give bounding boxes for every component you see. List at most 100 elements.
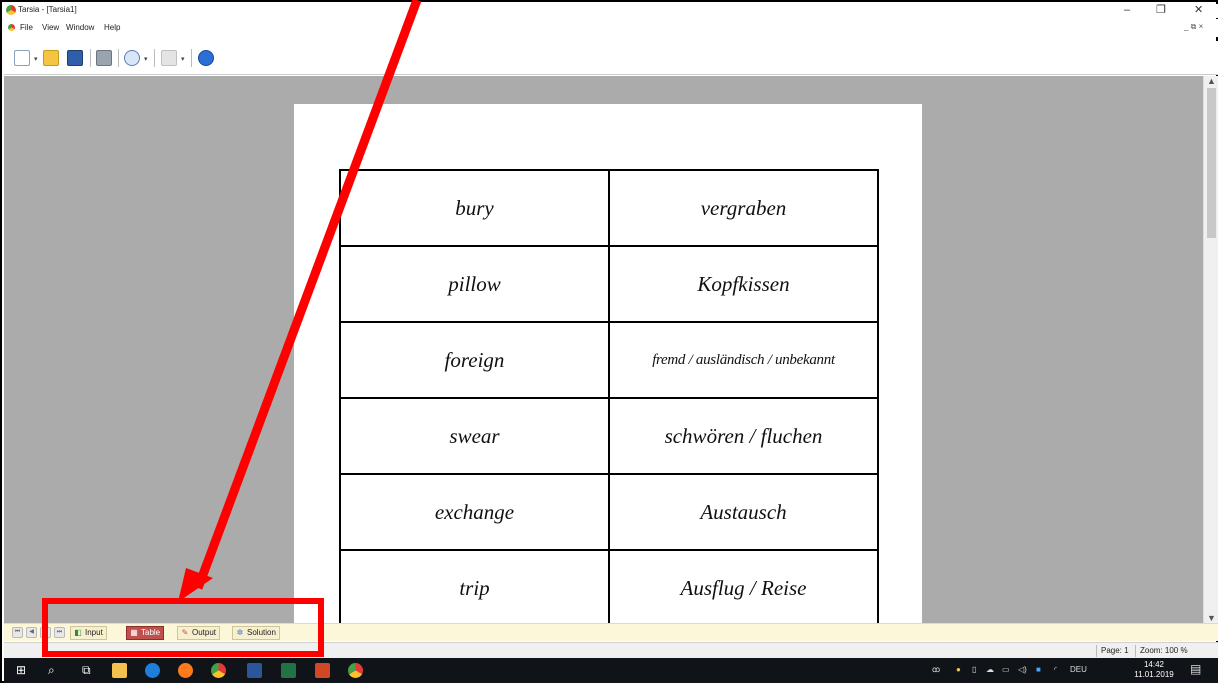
- maximize-button[interactable]: ❐: [1156, 4, 1166, 16]
- document-workspace: bury vergraben pillow Kopfkissen foreign…: [4, 76, 1203, 623]
- firefox-icon[interactable]: [178, 663, 193, 678]
- toolbar: ▾ ▾ ▾: [4, 41, 1218, 75]
- german-word-cell[interactable]: vergraben: [608, 169, 879, 247]
- input-icon: ◧: [74, 628, 82, 637]
- table-icon: ▦: [130, 628, 138, 637]
- options-dropdown-icon[interactable]: ▾: [181, 55, 185, 63]
- tab-label: Table: [141, 628, 161, 637]
- previous-page-icon[interactable]: ◀: [26, 627, 37, 638]
- tab-table[interactable]: ▦ Table: [126, 626, 165, 640]
- battery-icon[interactable]: ▭: [1002, 665, 1010, 674]
- clock-date: 11.01.2019: [1134, 670, 1174, 679]
- wifi-icon[interactable]: ◜: [1054, 665, 1057, 674]
- toolbar-separator: [191, 49, 192, 67]
- german-word-cell[interactable]: Kopfkissen: [608, 245, 879, 323]
- table-row: exchange Austausch: [339, 473, 879, 551]
- new-document-icon[interactable]: [14, 50, 30, 66]
- windows-taskbar: ⊞ ⌕ ⧉ ꝏ ● ▯ ☁ ▭ ◁) ■ ◜ DEU 14:42 11.01.2…: [4, 658, 1218, 683]
- tarsia-app-icon: [6, 5, 16, 15]
- menu-file[interactable]: File: [20, 23, 33, 32]
- document-page: bury vergraben pillow Kopfkissen foreign…: [294, 104, 922, 623]
- english-word-cell[interactable]: swear: [339, 397, 610, 475]
- english-word-cell[interactable]: trip: [339, 549, 610, 623]
- german-word-cell[interactable]: schwören / fluchen: [608, 397, 879, 475]
- scrollbar-thumb[interactable]: [1207, 88, 1216, 238]
- tab-label: Output: [192, 628, 217, 637]
- language-indicator[interactable]: DEU: [1070, 665, 1087, 674]
- search-icon[interactable]: ⌕: [48, 662, 55, 678]
- tab-output[interactable]: ✎ Output: [177, 626, 221, 640]
- english-word-cell[interactable]: exchange: [339, 473, 610, 551]
- open-folder-icon[interactable]: [43, 50, 59, 66]
- tab-label: Input: [85, 628, 103, 637]
- document-icon[interactable]: [8, 24, 15, 31]
- help-icon[interactable]: [198, 50, 214, 66]
- table-row: trip Ausflug / Reise: [339, 549, 879, 623]
- status-zoom: Zoom: 100 %: [1140, 646, 1188, 655]
- options-icon[interactable]: [161, 50, 177, 66]
- vertical-scrollbar[interactable]: ▲ ▼: [1203, 76, 1218, 623]
- german-word-cell[interactable]: Austausch: [608, 473, 879, 551]
- menu-view[interactable]: View: [42, 23, 59, 32]
- zoom-icon[interactable]: [124, 50, 140, 66]
- powerpoint-icon[interactable]: [315, 663, 330, 678]
- menu-window[interactable]: Window: [66, 23, 94, 32]
- people-icon[interactable]: ꝏ: [932, 665, 940, 674]
- onedrive-icon[interactable]: ☁: [986, 665, 994, 674]
- status-divider: [1135, 645, 1136, 657]
- last-page-icon[interactable]: ⏭: [54, 627, 65, 638]
- save-icon[interactable]: [67, 50, 83, 66]
- german-word-cell[interactable]: fremd / ausländisch / unbekannt: [608, 321, 879, 399]
- english-word-cell[interactable]: pillow: [339, 245, 610, 323]
- output-icon: ✎: [181, 628, 189, 637]
- next-page-icon[interactable]: ▶: [40, 627, 51, 638]
- tab-solution[interactable]: ✲ Solution: [232, 626, 280, 640]
- english-word-cell[interactable]: foreign: [339, 321, 610, 399]
- scroll-up-icon[interactable]: ▲: [1207, 76, 1216, 86]
- table-row: swear schwören / fluchen: [339, 397, 879, 475]
- mdi-window-controls[interactable]: _ ⧉ ×: [1184, 22, 1203, 32]
- windows-start-icon[interactable]: ⊞: [16, 662, 26, 678]
- toolbar-separator: [118, 49, 119, 67]
- chrome-icon[interactable]: [211, 663, 226, 678]
- window-title: Tarsia - [Tarsia1]: [18, 5, 77, 14]
- menu-help[interactable]: Help: [104, 23, 120, 32]
- word-icon[interactable]: [247, 663, 262, 678]
- taskbar-clock[interactable]: 14:42 11.01.2019: [1128, 660, 1180, 680]
- tarsia-taskbar-icon[interactable]: [348, 663, 363, 678]
- tray-app-icon[interactable]: ●: [956, 665, 961, 674]
- network-app-icon[interactable]: ■: [1036, 665, 1041, 674]
- task-view-icon[interactable]: ⧉: [82, 662, 91, 678]
- status-bar: Page: 1 Zoom: 100 %: [4, 642, 1218, 658]
- print-icon[interactable]: [96, 50, 112, 66]
- tab-input[interactable]: ◧ Input: [70, 626, 107, 640]
- edge-browser-icon[interactable]: [145, 663, 160, 678]
- title-bar: Tarsia - [Tarsia1] – ❐ ✕: [4, 4, 1218, 18]
- close-button[interactable]: ✕: [1194, 4, 1203, 16]
- table-row: foreign fremd / ausländisch / unbekannt: [339, 321, 879, 399]
- solution-icon: ✲: [236, 628, 244, 637]
- toolbar-separator: [90, 49, 91, 67]
- vocabulary-table: bury vergraben pillow Kopfkissen foreign…: [339, 169, 879, 623]
- file-explorer-icon[interactable]: [112, 663, 127, 678]
- minimize-button[interactable]: –: [1124, 4, 1130, 16]
- screenshot-frame: Tarsia - [Tarsia1] – ❐ ✕ File View Windo…: [0, 0, 1218, 683]
- english-word-cell[interactable]: bury: [339, 169, 610, 247]
- tab-label: Solution: [247, 628, 276, 637]
- clock-time: 14:42: [1143, 660, 1165, 669]
- view-tab-strip: ⏮ ◀ ▶ ⏭ ◧ Input ▦ Table ✎ Output ✲ Solut…: [4, 623, 1218, 641]
- excel-icon[interactable]: [281, 663, 296, 678]
- status-page: Page: 1: [1101, 646, 1129, 655]
- notification-icon[interactable]: ▤: [1190, 662, 1201, 676]
- status-divider: [1096, 645, 1097, 657]
- toolbar-separator: [154, 49, 155, 67]
- zoom-dropdown-icon[interactable]: ▾: [144, 55, 148, 63]
- table-row: pillow Kopfkissen: [339, 245, 879, 323]
- scroll-down-icon[interactable]: ▼: [1207, 613, 1216, 623]
- tray-device-icon[interactable]: ▯: [972, 665, 976, 674]
- first-page-icon[interactable]: ⏮: [12, 627, 23, 638]
- new-dropdown-icon[interactable]: ▾: [34, 55, 38, 63]
- volume-icon[interactable]: ◁): [1018, 665, 1027, 674]
- german-word-cell[interactable]: Ausflug / Reise: [608, 549, 879, 623]
- table-row: bury vergraben: [339, 169, 879, 247]
